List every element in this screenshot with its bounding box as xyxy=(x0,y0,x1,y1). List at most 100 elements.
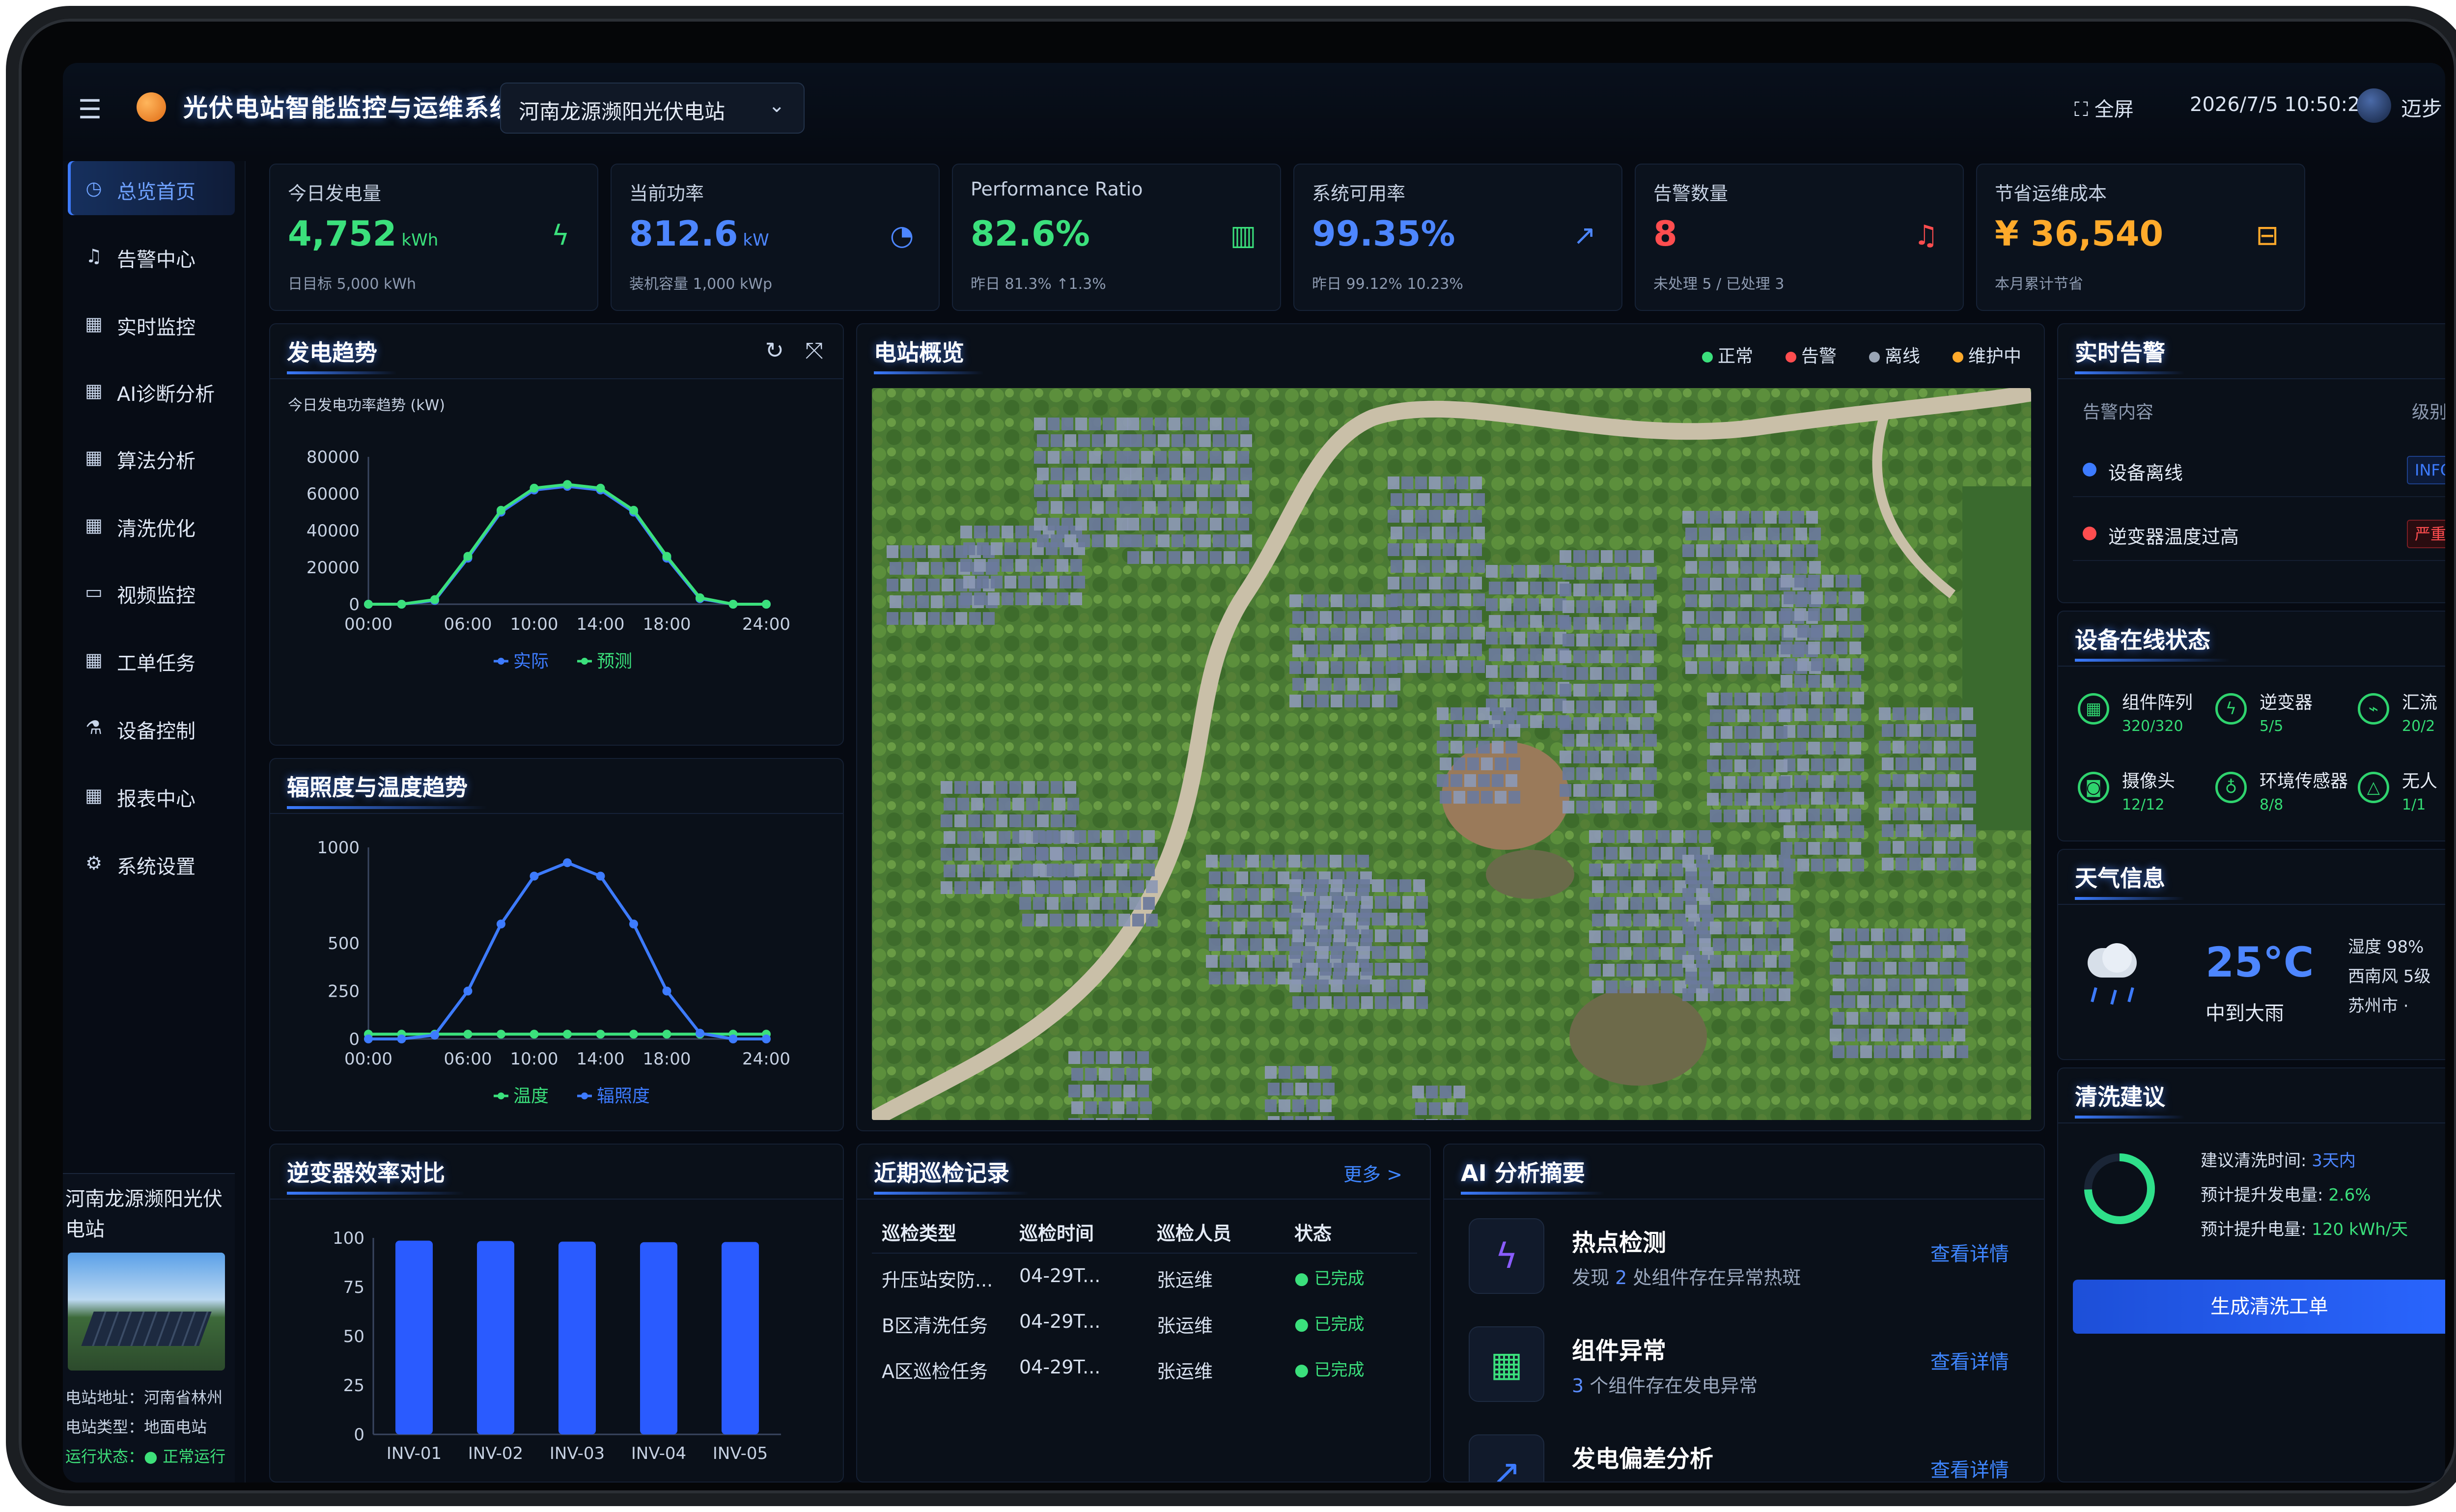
solar-panel xyxy=(1103,451,1115,464)
sidebar-item-workorders[interactable]: ▦ 工单任务 xyxy=(68,633,235,687)
solar-panel xyxy=(1123,1118,1135,1120)
solar-panel xyxy=(1061,830,1072,843)
solar-panel xyxy=(1923,824,1935,837)
view-details-link[interactable]: 查看详情 xyxy=(1930,1238,2009,1266)
solar-panel xyxy=(1275,888,1286,901)
device-name: 无人 xyxy=(2402,771,2438,791)
solar-panel xyxy=(1089,518,1101,531)
solar-panel xyxy=(1492,774,1504,787)
solar-panel xyxy=(1781,675,1792,688)
bell-icon: ♫ xyxy=(1913,220,1939,252)
table-cell[interactable]: B区清洗任务 xyxy=(882,1311,988,1338)
alarm-row[interactable]: 逆变器温度过高 严重 xyxy=(2073,506,2445,561)
solar-panel xyxy=(1155,518,1167,531)
clean-line-3: 预计提升电量: 120 kWh/天 xyxy=(2201,1220,2408,1239)
sidebar-item-cleaning[interactable]: ▦ 清洗优化 xyxy=(68,498,235,552)
ai-item-hotspot[interactable]: ϟ 热点检测 发现 2 处组件存在异常热斑 查看详情 xyxy=(1459,1204,2029,1312)
legend-maintenance[interactable]: 维护中 xyxy=(1953,342,2021,367)
solar-panel xyxy=(1037,814,1049,827)
solar-panel xyxy=(1247,888,1259,901)
device-item[interactable]: ϟ 逆变器 5/5 xyxy=(2215,685,2353,754)
solar-panel xyxy=(1779,810,1790,822)
solar-panel xyxy=(1372,628,1384,641)
solar-panel xyxy=(1699,871,1711,884)
solar-panel xyxy=(1470,543,1482,556)
solar-panel xyxy=(1843,928,1855,941)
table-cell[interactable]: A区巡检任务 xyxy=(882,1356,988,1383)
legend-normal[interactable]: 正常 xyxy=(1702,342,1753,367)
solar-panel xyxy=(944,865,955,877)
solar-panel xyxy=(1057,559,1068,572)
sidebar-item-home[interactable]: ◷ 总览首页 xyxy=(68,161,235,215)
kpi-subtitle: 本月累计节省 xyxy=(1995,276,2083,293)
aerial-station-image[interactable] xyxy=(872,388,2031,1120)
solar-panel xyxy=(1754,905,1766,918)
legend-offline[interactable]: 离线 xyxy=(1869,342,1920,367)
ai-item-module-anomaly[interactable]: ▦ 组件异常 3 个组件存在发电异常 查看详情 xyxy=(1459,1312,2029,1420)
solar-panel xyxy=(1727,871,1738,884)
sidebar-item-ai-diagnosis[interactable]: ▦ AI诊断分析 xyxy=(68,364,235,418)
solar-panel xyxy=(1647,847,1659,860)
solar-panel xyxy=(1309,1083,1321,1095)
solar-panel xyxy=(1389,963,1400,976)
kpi-unit: kW xyxy=(743,230,769,250)
kpi-subtitle: 装机容量 1,000 kWp xyxy=(629,276,773,293)
solar-panel xyxy=(1885,928,1897,941)
solar-panel xyxy=(1724,511,1735,524)
y-tick-label: 1000 xyxy=(317,838,360,858)
view-details-link[interactable]: 查看详情 xyxy=(1930,1346,2009,1374)
solar-panel xyxy=(1751,888,1763,901)
view-details-link[interactable]: 查看详情 xyxy=(1930,1454,2009,1482)
table-cell[interactable]: 升压站安防... xyxy=(882,1265,993,1292)
sidebar-item-reports[interactable]: ▦ 报表中心 xyxy=(68,768,235,822)
solar-panel xyxy=(1264,938,1276,951)
ai-item-deviation-analysis[interactable]: ↗ 发电偏差分析 查看详情 xyxy=(1459,1420,2029,1482)
alarm-row[interactable]: 设备离线 INFO xyxy=(2073,442,2445,497)
solar-panel xyxy=(1388,577,1399,589)
solar-panel xyxy=(1317,661,1329,674)
more-link[interactable]: 更多 > xyxy=(1343,1159,1402,1186)
sidebar-item-alarms[interactable]: ♫ 告警中心 xyxy=(68,229,235,283)
solar-panel xyxy=(1618,801,1629,813)
generate-cleaning-order-button[interactable]: 生成清洗工单 xyxy=(2073,1280,2445,1334)
user-name[interactable]: 迈步 xyxy=(2401,92,2442,122)
legend-alarm[interactable]: 告警 xyxy=(1786,342,1837,367)
solar-panel xyxy=(1811,859,1823,871)
solar-panel xyxy=(1415,510,1427,523)
solar-panel xyxy=(1782,972,1793,984)
solar-panel xyxy=(974,526,986,538)
device-item[interactable]: △ 无人 1/1 xyxy=(2358,764,2445,833)
solar-panel xyxy=(1642,717,1654,730)
solar-panel xyxy=(1642,550,1654,563)
x-tick-label: INV-04 xyxy=(631,1444,686,1463)
sidebar-item-realtime[interactable]: ▦ 实时监控 xyxy=(68,297,235,351)
device-item[interactable]: ◙ 摄像头 12/12 xyxy=(2078,764,2215,833)
ai-item-title: 发电偏差分析 xyxy=(1572,1445,1714,1473)
sidebar-item-settings[interactable]: ⚙ 系统设置 xyxy=(68,836,235,890)
solar-panel xyxy=(1413,980,1425,992)
sidebar-item-video[interactable]: ▭ 视频监控 xyxy=(68,565,235,619)
device-item[interactable]: ▦ 组件阵列 320/320 xyxy=(2078,685,2215,754)
sidebar-item-algorithm[interactable]: ▦ 算法分析 xyxy=(68,430,235,484)
solar-panel xyxy=(1797,725,1809,738)
solar-panel xyxy=(1765,644,1777,657)
solar-panel xyxy=(1846,1012,1858,1025)
sidebar-item-label: 工单任务 xyxy=(117,652,195,675)
solar-panel xyxy=(1106,468,1117,480)
solar-panel xyxy=(1236,972,1248,984)
device-item[interactable]: ⌁ 汇流 20/2 xyxy=(2358,685,2445,754)
sidebar-item-device-control[interactable]: ⚗ 设备控制 xyxy=(68,700,235,755)
solar-panel xyxy=(1320,996,1332,1009)
solar-panel xyxy=(1882,824,1894,837)
solar-panel xyxy=(1500,632,1511,644)
solar-panel xyxy=(1034,451,1046,464)
device-item[interactable]: ♁ 环境传感器 8/8 xyxy=(2215,764,2353,833)
solar-panel xyxy=(1825,591,1837,604)
avatar[interactable] xyxy=(2357,88,2391,123)
station-select[interactable]: 河南龙源濒阳光伏电站 ⌄ xyxy=(500,83,805,134)
solar-panel xyxy=(1418,527,1430,539)
menu-toggle-icon[interactable]: ☰ xyxy=(73,92,107,127)
solar-panel xyxy=(1776,693,1787,705)
fullscreen-button[interactable]: ⛶ 全屏 xyxy=(2074,93,2134,122)
solar-panel xyxy=(1751,922,1763,934)
